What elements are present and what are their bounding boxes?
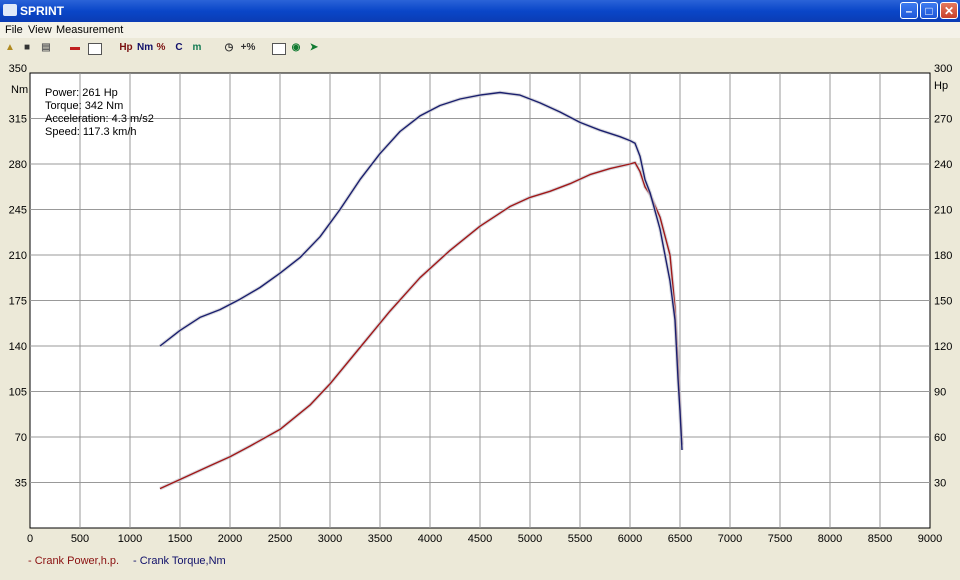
right-tick-label: 30 [934, 478, 946, 490]
right-tick-label: 150 [934, 296, 952, 308]
menu-view[interactable]: View [28, 24, 52, 36]
car-icon[interactable]: ▬ [68, 41, 82, 55]
annotation-power: Power: 261 Hp [45, 87, 118, 99]
x-tick-label: 7000 [718, 533, 742, 545]
x-tick-label: 4000 [418, 533, 442, 545]
annotation-speed: Speed: 117.3 km/h [45, 126, 137, 138]
right-tick-label: 120 [934, 341, 952, 353]
annotation-torque: Torque: 342 Nm [45, 100, 123, 112]
x-tick-label: 8500 [868, 533, 892, 545]
x-tick-label: 0 [27, 533, 33, 545]
x-tick-label: 3000 [318, 533, 342, 545]
right-tick-label: 300 [934, 63, 952, 75]
nm-button[interactable]: Nm [137, 41, 153, 55]
x-tick-label: 500 [71, 533, 89, 545]
x-tick-label: 7500 [768, 533, 792, 545]
window-title: SPRINT [20, 4, 65, 18]
graph-icon[interactable] [272, 43, 286, 55]
x-tick-label: 3500 [368, 533, 392, 545]
print-icon[interactable]: ▤ [40, 41, 52, 55]
dyno-chart: 0 500 1000 1500 2000 2500 3000 3500 4000 4500 5000… [0, 58, 960, 580]
right-tick-label: 60 [934, 432, 946, 444]
left-tick-label: 140 [9, 341, 27, 353]
plus-percent-button[interactable]: +% [240, 41, 256, 55]
x-tick-label: 9000 [918, 533, 942, 545]
right-axis-unit: Hp [934, 80, 948, 92]
toolbar: ▲ ■ ▤ ▬ Hp Nm % C m ◷ +% ◉ ➤ [0, 38, 960, 59]
app-icon [3, 4, 17, 16]
left-axis-unit: Nm [11, 84, 28, 96]
x-tick-label: 6000 [618, 533, 642, 545]
right-tick-label: 270 [934, 114, 952, 126]
save-icon[interactable]: ■ [22, 41, 32, 55]
left-tick-label: 280 [9, 159, 27, 171]
legend-torque: - Crank Torque,Nm [133, 555, 226, 567]
open-icon[interactable]: ▲ [4, 41, 16, 55]
maximize-button[interactable]: □ [920, 2, 938, 19]
x-tick-label: 5000 [518, 533, 542, 545]
annotation-acceleration: Acceleration: 4.3 m/s2 [45, 113, 154, 125]
right-tick-label: 90 [934, 387, 946, 399]
x-tick-label: 8000 [818, 533, 842, 545]
x-tick-label: 6500 [668, 533, 692, 545]
x-tick-label: 4500 [468, 533, 492, 545]
arrow-icon[interactable]: ➤ [308, 41, 320, 55]
left-tick-label: 245 [9, 205, 27, 217]
x-tick-label: 2000 [218, 533, 242, 545]
right-tick-label: 210 [934, 205, 952, 217]
title-bar: SPRINT – □ ✕ [0, 0, 960, 22]
minimize-button[interactable]: – [900, 2, 918, 19]
left-tick-label: 175 [9, 296, 27, 308]
right-tick-label: 240 [934, 159, 952, 171]
c-button[interactable]: C [174, 41, 184, 55]
hp-button[interactable]: Hp [118, 41, 134, 55]
left-tick-label: 350 [9, 63, 27, 75]
x-tick-label: 1500 [168, 533, 192, 545]
left-tick-label: 35 [15, 478, 27, 490]
left-tick-label: 105 [9, 387, 27, 399]
gauge-icon[interactable]: ◉ [290, 41, 302, 55]
left-tick-label: 315 [9, 114, 27, 126]
m-button[interactable]: m [192, 41, 202, 55]
left-tick-label: 70 [15, 432, 27, 444]
x-tick-label: 2500 [268, 533, 292, 545]
x-tick-label: 1000 [118, 533, 142, 545]
image-icon[interactable] [88, 43, 102, 55]
menu-bar: File View Measurement [0, 22, 960, 38]
left-tick-label: 210 [9, 250, 27, 262]
percent-button[interactable]: % [156, 41, 166, 55]
menu-measurement[interactable]: Measurement [56, 24, 123, 36]
x-tick-label: 5500 [568, 533, 592, 545]
close-button[interactable]: ✕ [940, 2, 958, 19]
right-tick-label: 180 [934, 250, 952, 262]
menu-file[interactable]: File [5, 24, 23, 36]
stopwatch-icon[interactable]: ◷ [222, 41, 236, 55]
legend-power: - Crank Power,h.p. [28, 555, 119, 567]
